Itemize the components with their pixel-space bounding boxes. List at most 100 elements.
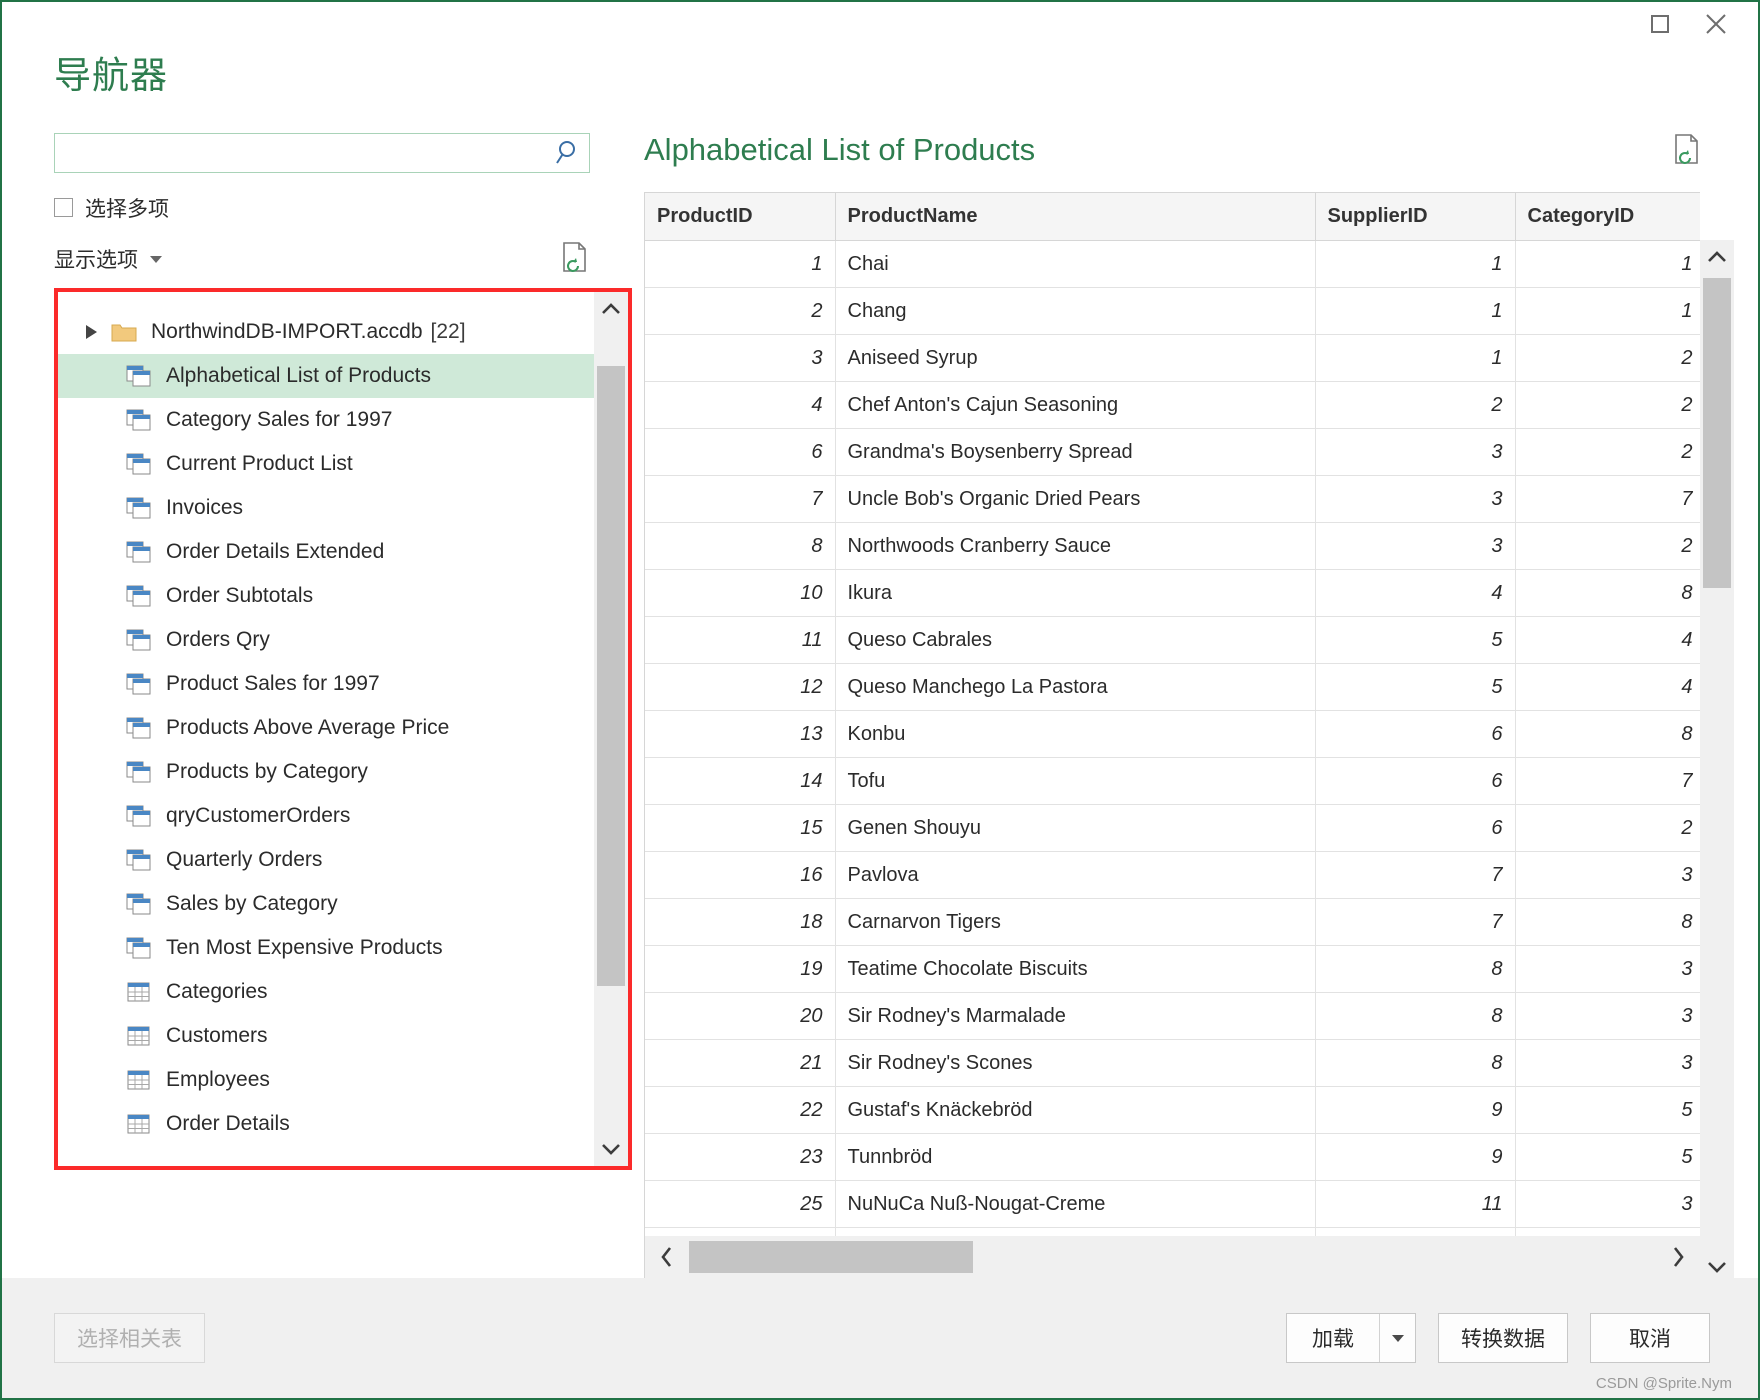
grid-hscroll-thumb[interactable] (689, 1241, 973, 1273)
tree-item-sales-by-category[interactable]: Sales by Category (58, 882, 594, 926)
display-options-label[interactable]: 显示选项 (54, 244, 138, 274)
table-icon (126, 1068, 152, 1092)
table-row: 19Teatime Chocolate Biscuits8310 (645, 945, 1700, 994)
tree-item-current-product-list[interactable]: Current Product List (58, 442, 594, 486)
cell-productname: Teatime Chocolate Biscuits (835, 945, 1316, 994)
tree-item-ten-most-expensive-products[interactable]: Ten Most Expensive Products (58, 926, 594, 970)
table-row: 21Sir Rodney's Scones8324 (645, 1039, 1700, 1088)
table-header-row: ProductID ProductName SupplierID Categor… (645, 192, 1700, 242)
cell-supplierid: 1 (1315, 287, 1516, 336)
cell-categoryid: 1 (1515, 287, 1700, 336)
tree-root-count: [22] (430, 319, 466, 343)
chevron-down-icon (1391, 1335, 1404, 1342)
tree-item-order-details[interactable]: Order Details (58, 1102, 594, 1146)
cell-categoryid: 3 (1515, 851, 1700, 900)
cancel-button[interactable]: 取消 (1590, 1313, 1710, 1363)
tree-item-categories[interactable]: Categories (58, 970, 594, 1014)
tree-item-products-above-average-price[interactable]: Products Above Average Price (58, 706, 594, 750)
preview-grid: ProductID ProductName SupplierID Categor… (644, 191, 1700, 1278)
cell-supplierid: 5 (1315, 616, 1516, 665)
tree-item-qrycustomerorders[interactable]: qryCustomerOrders (58, 794, 594, 838)
page-title: 导航器 (54, 55, 168, 96)
tree-item-customers[interactable]: Customers (58, 1014, 594, 1058)
tree-item-product-sales-for-1997[interactable]: Product Sales for 1997 (58, 662, 594, 706)
preview-refresh-button[interactable] (1672, 133, 1702, 170)
cell-supplierid: 5 (1315, 663, 1516, 712)
table-row: 2Chang1124 (645, 287, 1700, 336)
cell-categoryid: 7 (1515, 757, 1700, 806)
object-tree[interactable]: NorthwindDB-IMPORT.accdb [22] Alphabetic… (58, 292, 594, 1166)
grid-scroll-down-button[interactable] (1700, 1260, 1734, 1274)
refresh-button[interactable] (560, 241, 590, 278)
query-icon (126, 936, 152, 960)
preview-grid-viewport: ProductID ProductName SupplierID Categor… (645, 192, 1700, 1236)
table-icon (126, 1112, 152, 1136)
expand-triangle-icon[interactable] (86, 324, 97, 339)
tree-item-label: Invoices (166, 495, 244, 519)
tree-item-label: Products by Category (166, 759, 368, 783)
chevron-down-icon[interactable] (150, 255, 162, 263)
cell-productid: 19 (645, 945, 836, 994)
cell-productname: Queso Manchego La Pastora (835, 663, 1316, 712)
search-input[interactable] (55, 133, 549, 172)
table-row: 16Pavlova7332 (645, 851, 1700, 900)
grid-scroll-left-button[interactable] (645, 1236, 689, 1278)
query-icon (126, 892, 152, 916)
cell-productname: Genen Shouyu (835, 804, 1316, 853)
grid-scroll-up-button[interactable] (1700, 239, 1734, 274)
column-header-categoryid[interactable]: CategoryID (1515, 192, 1700, 242)
object-tree-highlight: NorthwindDB-IMPORT.accdb [22] Alphabetic… (54, 287, 632, 1170)
cell-supplierid: 6 (1315, 757, 1516, 806)
tree-item-orders-qry[interactable]: Orders Qry (58, 618, 594, 662)
close-button[interactable] (1688, 4, 1744, 44)
column-header-productid[interactable]: ProductID (645, 192, 836, 242)
tree-item-invoices[interactable]: Invoices (58, 486, 594, 530)
tree-root-node[interactable]: NorthwindDB-IMPORT.accdb [22] (58, 310, 594, 354)
tree-item-products-by-category[interactable]: Products by Category (58, 750, 594, 794)
grid-hscroll-track[interactable] (689, 1236, 1656, 1278)
tree-item-employees[interactable]: Employees (58, 1058, 594, 1102)
tree-item-order-details-extended[interactable]: Order Details Extended (58, 530, 594, 574)
grid-horizontal-scrollbar[interactable] (645, 1236, 1700, 1278)
tree-item-label: Category Sales for 1997 (166, 407, 393, 431)
load-button[interactable]: 加载 (1287, 1314, 1379, 1362)
cell-supplierid: 7 (1315, 898, 1516, 947)
grid-vertical-scrollbar[interactable] (1700, 239, 1734, 1278)
select-multiple-checkbox[interactable] (54, 198, 73, 218)
cell-supplierid: 1 (1315, 240, 1516, 289)
tree-item-quarterly-orders[interactable]: Quarterly Orders (58, 838, 594, 882)
grid-scroll-right-button[interactable] (1656, 1236, 1700, 1278)
search-box[interactable] (54, 132, 590, 173)
cell-categoryid: 2 (1515, 428, 1700, 477)
preview-title: Alphabetical List of Products (644, 131, 1036, 167)
tree-item-label: Alphabetical List of Products (166, 363, 431, 387)
cell-supplierid: 8 (1315, 992, 1516, 1041)
load-split-button[interactable]: 加载 (1286, 1313, 1416, 1363)
column-header-productname[interactable]: ProductName (835, 192, 1316, 242)
grid-vscroll-thumb[interactable] (1703, 277, 1731, 588)
table-row: 20Sir Rodney's Marmalade8330 (645, 992, 1700, 1041)
transform-data-button[interactable]: 转换数据 (1438, 1313, 1568, 1363)
select-related-tables-button[interactable]: 选择相关表 (54, 1313, 205, 1363)
left-pane: 选择多项 显示选项 NorthwindDB-IMPORT.accdb [22] … (2, 97, 632, 1278)
cell-productname: Carnarvon Tigers (835, 898, 1316, 947)
tree-item-label: Quarterly Orders (166, 847, 323, 871)
tree-item-label: Current Product List (166, 451, 353, 475)
cell-categoryid: 4 (1515, 663, 1700, 712)
tree-item-category-sales-for-1997[interactable]: Category Sales for 1997 (58, 398, 594, 442)
query-icon (126, 672, 152, 696)
search-icon[interactable] (549, 134, 589, 172)
maximize-button[interactable] (1632, 4, 1688, 44)
cell-productname: Sir Rodney's Scones (835, 1039, 1316, 1088)
load-dropdown-button[interactable] (1379, 1314, 1415, 1362)
cell-supplierid: 11 (1315, 1227, 1516, 1236)
cell-supplierid: 7 (1315, 851, 1516, 900)
column-header-supplierid[interactable]: SupplierID (1315, 192, 1516, 242)
cell-supplierid: 9 (1315, 1086, 1516, 1135)
cell-supplierid: 6 (1315, 710, 1516, 759)
cell-productid: 26 (645, 1227, 836, 1236)
tree-item-order-subtotals[interactable]: Order Subtotals (58, 574, 594, 618)
tree-item-alphabetical-list-of-products[interactable]: Alphabetical List of Products (58, 353, 594, 398)
query-icon (126, 540, 152, 564)
select-multiple-row[interactable]: 选择多项 (54, 193, 602, 223)
